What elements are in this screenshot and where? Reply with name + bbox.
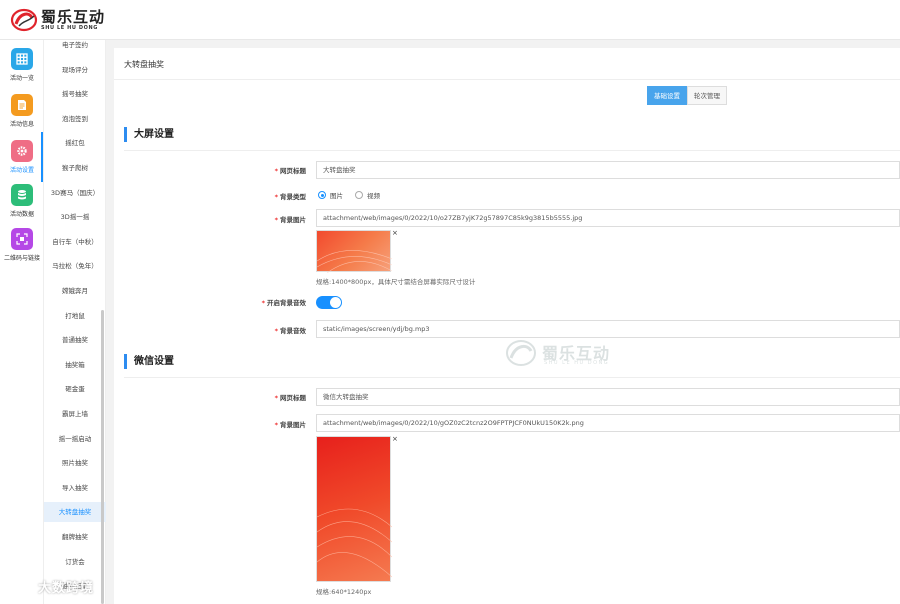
- submenu-item[interactable]: 导入抽奖: [44, 478, 106, 498]
- page-title: 大转盘抽奖: [124, 60, 164, 69]
- rail-item-qrcode-links[interactable]: 二维码与链接: [0, 224, 44, 272]
- section-title-big-screen: 大屏设置: [124, 127, 174, 142]
- main-content: 大转盘抽奖 基础设置 轮次管理 大屏设置 * 网页标题 大转盘抽奖 * 背景类型 图…: [106, 40, 900, 604]
- rail-item-label: 二维码与链接: [3, 255, 40, 262]
- submenu-item[interactable]: 霸屏上墙: [44, 404, 106, 424]
- logo-swirl-icon: [10, 8, 38, 32]
- bg-sound-path-input[interactable]: static/images/screen/ydj/bg.mp3: [316, 320, 900, 338]
- watermark-swirl-icon: [506, 340, 536, 366]
- field-label-bg-sound-toggle: * 开启背景音效: [261, 299, 306, 307]
- rail-item-activity-settings[interactable]: 活动设置: [0, 136, 44, 184]
- database-icon: [11, 184, 33, 206]
- submenu-item[interactable]: 3D摇一摇: [44, 207, 106, 227]
- submenu-scrollbar[interactable]: [101, 310, 104, 604]
- submenu-item[interactable]: 订货会: [44, 552, 106, 572]
- submenu-item[interactable]: 马拉松（免年）: [44, 256, 106, 276]
- title-divider: [114, 79, 900, 80]
- bg-sound-toggle[interactable]: [316, 296, 342, 309]
- submenu-item[interactable]: 砸金蛋: [44, 379, 106, 399]
- radio-label-image: 图片: [330, 192, 343, 200]
- corner-watermark: 大数跨境: [8, 576, 94, 596]
- top-header: 蜀乐互动 SHU LE HU DONG: [0, 0, 900, 40]
- wechat-page-title-input[interactable]: 微信大转盘抽奖: [316, 388, 900, 406]
- field-label-bg-sound: * 背景音效: [274, 327, 306, 335]
- field-label-bg-image: * 背景图片: [274, 216, 306, 224]
- section-divider: [124, 377, 900, 378]
- logo-text-cn: 蜀乐互动: [41, 7, 106, 26]
- submenu-item[interactable]: 3D赛马（国庆）: [44, 183, 106, 203]
- rail-item-activity-data[interactable]: 活动数据: [0, 180, 44, 228]
- rail-item-activity-list[interactable]: 活动一览: [0, 44, 44, 92]
- radio-image[interactable]: [318, 191, 326, 199]
- tab-round-management[interactable]: 轮次管理: [687, 86, 727, 105]
- rail-active-indicator: [41, 132, 43, 182]
- settings-card: 大转盘抽奖 基础设置 轮次管理 大屏设置 * 网页标题 大转盘抽奖 * 背景类型 图…: [114, 48, 900, 604]
- brand-watermark: 蜀乐互动 SHU LE HU DONG: [504, 338, 634, 374]
- settings-tabs: 基础设置 轮次管理: [647, 86, 727, 105]
- wechat-bg-image-thumbnail[interactable]: [316, 436, 393, 582]
- submenu-item[interactable]: 抽奖箱: [44, 355, 106, 375]
- bg-image-path-input[interactable]: attachment/web/images/0/2022/10/o27ZB7yj…: [316, 209, 900, 227]
- radio-video[interactable]: [355, 191, 363, 199]
- brand-logo[interactable]: 蜀乐互动 SHU LE HU DONG: [10, 8, 105, 32]
- submenu-item[interactable]: 照片抽奖: [44, 453, 106, 473]
- rail-item-activity-info[interactable]: 活动信息: [0, 90, 44, 138]
- secondary-nav-menu: 电子签约 现场评分 摇号抽奖 泡泡签到 摇红包 猴子爬树 3D赛马（国庆） 3D摇一摇 自行车（…: [44, 40, 106, 604]
- rail-item-label: 活动数据: [9, 211, 34, 218]
- section-divider: [124, 150, 900, 151]
- watermark-text-en: SHU LE HU DONG: [544, 360, 610, 366]
- remove-image-icon[interactable]: ×: [392, 229, 398, 237]
- primary-nav-rail: 活动一览 活动信息 活动设置 活动数据 二维码与链接: [0, 40, 44, 604]
- bg-type-radio-group: 图片 视频: [318, 190, 380, 200]
- logo-text-en: SHU LE HU DONG: [41, 24, 99, 31]
- grid-icon: [11, 48, 33, 70]
- rail-item-label: 活动一览: [9, 75, 34, 82]
- gear-icon: [11, 140, 33, 162]
- rail-item-label: 活动信息: [9, 121, 34, 128]
- submenu-item[interactable]: 现场评分: [44, 60, 106, 80]
- submenu-item[interactable]: 摇号抽奖: [44, 84, 106, 104]
- submenu-item[interactable]: 泡泡签到: [44, 109, 106, 129]
- wechat-bg-image-path-input[interactable]: attachment/web/images/0/2022/10/gOZ0zC2t…: [316, 414, 900, 432]
- submenu-item[interactable]: 嫦娥奔月: [44, 281, 106, 301]
- field-label-page-title: * 网页标题: [274, 167, 306, 175]
- qrcode-icon: [11, 228, 33, 250]
- submenu-item[interactable]: 猴子爬树: [44, 158, 106, 178]
- corner-watermark-logo-icon: [10, 579, 31, 594]
- submenu-item[interactable]: 自行车（中秋）: [44, 232, 106, 252]
- radio-label-video: 视频: [367, 192, 380, 200]
- submenu-item[interactable]: 电子签约: [44, 35, 106, 55]
- remove-wechat-image-icon[interactable]: ×: [392, 435, 398, 443]
- corner-watermark-text: 大数跨境: [38, 580, 95, 596]
- rail-item-label: 活动设置: [9, 167, 34, 174]
- wechat-bg-image-spec-hint: 规格:640*1240px: [316, 588, 372, 596]
- field-label-wechat-bg-image: * 背景图片: [274, 421, 306, 429]
- submenu-item[interactable]: 翻牌抽奖: [44, 527, 106, 547]
- section-title-wechat: 微信设置: [124, 354, 174, 369]
- submenu-item[interactable]: 普通抽奖: [44, 330, 106, 350]
- bg-image-spec-hint: 规格:1400*800px，具体尺寸需结合屏幕实际尺寸设计: [316, 278, 476, 286]
- document-icon: [11, 94, 33, 116]
- submenu-item[interactable]: 摇一摇启动: [44, 429, 106, 449]
- field-label-wechat-page-title: * 网页标题: [274, 394, 306, 402]
- submenu-item[interactable]: 摇红包: [44, 133, 106, 153]
- page-title-input[interactable]: 大转盘抽奖: [316, 161, 900, 179]
- submenu-item[interactable]: 大转盘抽奖: [44, 502, 106, 523]
- field-label-bg-type: * 背景类型: [274, 193, 306, 201]
- bg-image-thumbnail[interactable]: [316, 230, 393, 274]
- submenu-item[interactable]: 打地鼠: [44, 306, 106, 326]
- tab-basic-settings[interactable]: 基础设置: [647, 86, 687, 105]
